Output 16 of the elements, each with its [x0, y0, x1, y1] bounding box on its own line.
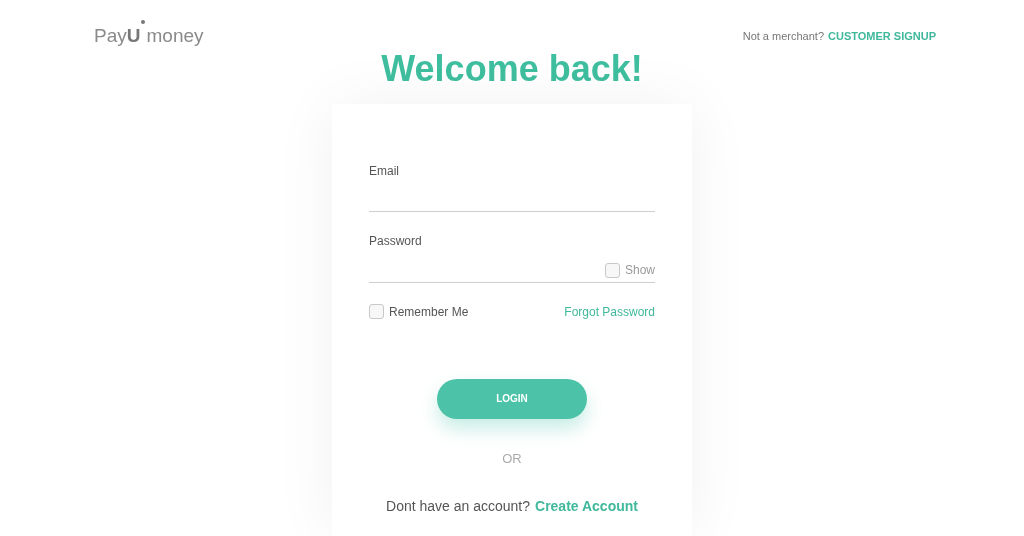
- password-label: Password: [369, 232, 423, 250]
- show-label: Show: [624, 262, 655, 279]
- page-title: Welcome back!: [381, 46, 643, 91]
- customer-signup-link[interactable]: CUSTOMER SIGNUP: [828, 28, 936, 45]
- signup-prompt: Dont have an account?: [386, 497, 530, 516]
- remember-checkbox[interactable]: [369, 304, 384, 319]
- password-field[interactable]: Show: [369, 259, 655, 283]
- show-checkbox[interactable]: [604, 262, 620, 278]
- or-divider-text: OR: [502, 449, 522, 468]
- create-account-link[interactable]: Create Account: [535, 496, 638, 517]
- remember-label: Remember Me: [389, 303, 469, 321]
- email-label: Email: [369, 162, 400, 180]
- login-button[interactable]: LOGIN: [437, 378, 587, 419]
- logo[interactable]: PayU money: [94, 22, 204, 51]
- forgot-password-link[interactable]: Forgot Password: [564, 302, 655, 321]
- merchant-prompt: Not a merchant?: [742, 29, 824, 44]
